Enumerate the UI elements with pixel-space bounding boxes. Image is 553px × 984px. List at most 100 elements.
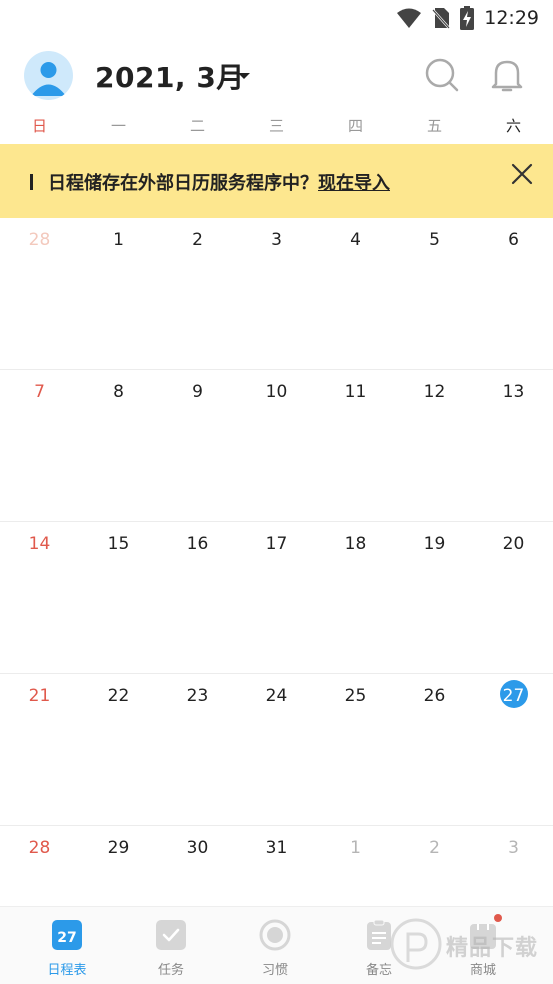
day-number: 3 [271, 230, 282, 250]
day-cell[interactable]: 22 [79, 674, 158, 825]
week-row: 7 8 9 10 11 12 13 [0, 370, 553, 522]
user-avatar[interactable] [24, 51, 73, 100]
banner-text: 日程储存在外部日历服务程序中？ [48, 173, 318, 194]
day-number: 6 [508, 230, 519, 250]
caret-down-icon[interactable] [236, 71, 252, 81]
status-icons: 12:29 [396, 6, 539, 30]
nav-label: 日程表 [47, 963, 87, 978]
nav-label: 习惯 [261, 963, 288, 978]
day-number: 28 [28, 838, 51, 858]
day-number: 31 [265, 838, 288, 858]
close-icon[interactable] [510, 162, 534, 186]
day-cell[interactable]: 14 [0, 522, 79, 673]
nav-label: 任务 [157, 963, 184, 978]
day-cell[interactable]: 30 [158, 826, 237, 916]
day-cell[interactable]: 17 [237, 522, 316, 673]
week-row: 28 29 30 31 1 2 3 [0, 826, 553, 916]
day-number: 1 [350, 838, 361, 858]
day-cell[interactable]: 21 [0, 674, 79, 825]
day-cell[interactable]: 31 [237, 826, 316, 916]
calendar-icon: 27 [52, 920, 82, 950]
day-number: 2 [429, 838, 440, 858]
banner-accent-bar [30, 174, 33, 190]
import-now-link[interactable]: 现在导入 [318, 173, 390, 194]
day-number: 19 [423, 534, 446, 554]
day-number: 27 [502, 686, 525, 706]
day-cell[interactable]: 12 [395, 370, 474, 521]
day-cell[interactable]: 9 [158, 370, 237, 521]
day-cell[interactable]: 24 [237, 674, 316, 825]
day-number: 2 [192, 230, 203, 250]
day-number: 24 [265, 686, 288, 706]
day-number: 23 [186, 686, 209, 706]
day-cell[interactable]: 3 [474, 826, 553, 916]
day-number: 7 [34, 382, 45, 402]
day-cell[interactable]: 23 [158, 674, 237, 825]
day-cell[interactable]: 1 [316, 826, 395, 916]
day-cell[interactable]: 16 [158, 522, 237, 673]
bell-icon[interactable] [490, 56, 524, 94]
weekday-label: 一 [110, 117, 126, 135]
day-cell[interactable]: 5 [395, 218, 474, 369]
day-number: 3 [508, 838, 519, 858]
nav-item-tasks[interactable]: 任务 [119, 907, 223, 984]
day-cell[interactable]: 26 [395, 674, 474, 825]
day-cell[interactable]: 1 [79, 218, 158, 369]
import-banner: 日程储存在外部日历服务程序中？现在导入 [0, 144, 553, 218]
day-cell[interactable]: 2 [158, 218, 237, 369]
day-number: 4 [350, 230, 361, 250]
day-number: 8 [113, 382, 124, 402]
day-cell[interactable]: 28 [0, 218, 79, 369]
day-number: 22 [107, 686, 130, 706]
day-cell[interactable]: 18 [316, 522, 395, 673]
weekday-label: 四 [347, 117, 363, 135]
day-cell[interactable]: 28 [0, 826, 79, 916]
day-cell[interactable]: 29 [79, 826, 158, 916]
day-number: 16 [186, 534, 209, 554]
day-number: 15 [107, 534, 130, 554]
status-bar: 12:29 [0, 0, 553, 38]
day-cell[interactable]: 15 [79, 522, 158, 673]
week-row: 14 15 16 17 18 19 20 [0, 522, 553, 674]
day-number: 20 [502, 534, 525, 554]
day-cell[interactable]: 13 [474, 370, 553, 521]
weekday-label: 六 [505, 117, 521, 135]
weekday-label: 二 [189, 117, 205, 135]
header: 2021, 3月 [0, 44, 553, 106]
day-cell-today[interactable]: 27 [474, 674, 553, 825]
watermark-logo-icon [390, 918, 442, 970]
day-number: 11 [344, 382, 367, 402]
day-number: 10 [265, 382, 288, 402]
day-number: 30 [186, 838, 209, 858]
weekday-label: 五 [426, 117, 442, 135]
day-cell[interactable]: 7 [0, 370, 79, 521]
day-number: 21 [28, 686, 51, 706]
day-cell[interactable]: 6 [474, 218, 553, 369]
day-cell[interactable]: 25 [316, 674, 395, 825]
month-title[interactable]: 2021, 3月 [95, 56, 245, 96]
day-cell[interactable]: 3 [237, 218, 316, 369]
nav-item-habits[interactable]: 习惯 [223, 907, 327, 984]
day-number: 12 [423, 382, 446, 402]
user-icon [31, 62, 66, 96]
wifi-icon [397, 8, 422, 28]
day-cell[interactable]: 8 [79, 370, 158, 521]
day-cell[interactable]: 10 [237, 370, 316, 521]
day-cell[interactable]: 4 [316, 218, 395, 369]
battery-charging-icon [460, 6, 475, 30]
nav-item-schedule[interactable]: 27 日程表 [15, 907, 119, 984]
day-cell[interactable]: 19 [395, 522, 474, 673]
weekday-row: 日 一 二 三 四 五 六 [0, 115, 553, 143]
day-number: 17 [265, 534, 288, 554]
day-number: 26 [423, 686, 446, 706]
calendar-grid: 28 1 2 3 4 5 6 7 8 9 10 11 12 13 14 15 16 17 18 19 20 21 22 23 2… [0, 218, 553, 916]
weekday-label: 日 [31, 117, 47, 135]
search-icon[interactable] [423, 56, 461, 94]
day-cell[interactable]: 20 [474, 522, 553, 673]
calendar-icon-date: 27 [57, 930, 76, 946]
day-number: 18 [344, 534, 367, 554]
day-cell[interactable]: 11 [316, 370, 395, 521]
day-number: 13 [502, 382, 525, 402]
day-cell[interactable]: 2 [395, 826, 474, 916]
no-sim-icon [432, 8, 451, 29]
